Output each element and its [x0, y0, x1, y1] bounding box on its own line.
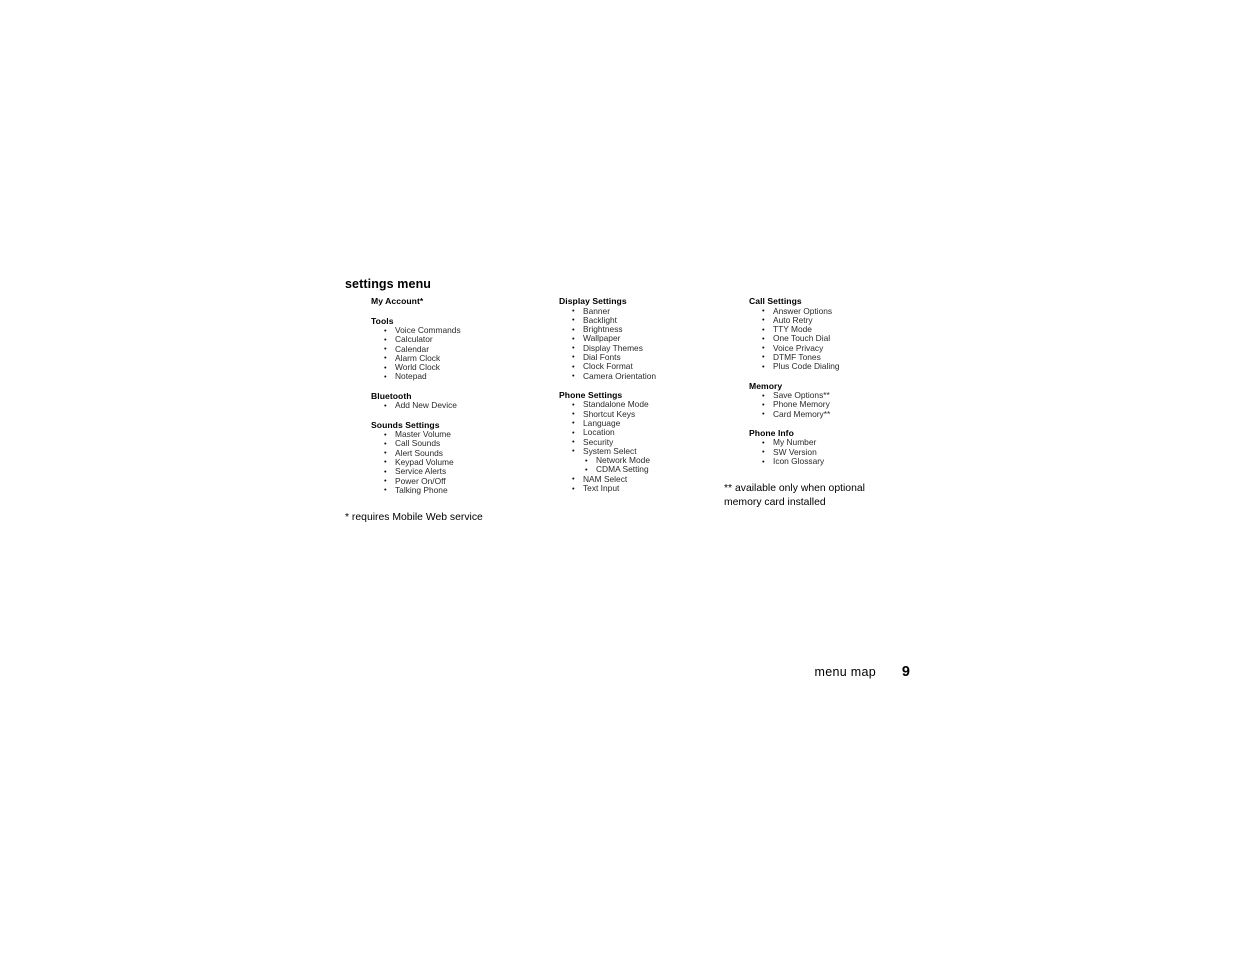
menu-item-list: Master VolumeCall SoundsAlert SoundsKeyp… [371, 429, 546, 495]
menu-item-list: My NumberSW VersionIcon Glossary [749, 438, 924, 466]
menu-item-list: BannerBacklightBrightnessWallpaperDispla… [559, 306, 734, 381]
menu-item-list: Save Options**Phone MemoryCard Memory** [749, 390, 924, 419]
menu-group-heading: Call Settings [749, 296, 802, 306]
menu-column-2: Display SettingsBannerBacklightBrightnes… [559, 296, 734, 493]
menu-item[interactable]: Plus Code Dialing [749, 361, 924, 371]
menu-group: Display SettingsBannerBacklightBrightnes… [559, 296, 734, 381]
menu-map-page: settings menu My Account* ToolsVoice Comm… [0, 0, 1235, 954]
menu-item-list: Standalone ModeShortcut KeysLanguageLoca… [559, 400, 734, 494]
menu-item[interactable]: Add New Device [371, 400, 546, 410]
menu-item-list: Answer OptionsAuto RetryTTY ModeOne Touc… [749, 306, 924, 372]
menu-column-3: Call SettingsAnswer OptionsAuto RetryTTY… [749, 296, 924, 466]
menu-group: Phone InfoMy NumberSW VersionIcon Glossa… [749, 428, 924, 466]
footer-chapter-label: menu map [814, 665, 876, 679]
menu-group-heading: Display Settings [559, 296, 627, 306]
menu-item[interactable]: Icon Glossary [749, 456, 924, 466]
menu-item[interactable]: Card Memory** [749, 409, 924, 419]
menu-group: My Account* [371, 296, 546, 307]
menu-item[interactable]: Notepad [371, 372, 546, 382]
footnote-double-asterisk: ** available only when optional memory c… [724, 483, 865, 508]
footnote-single-asterisk: * requires Mobile Web service [345, 512, 483, 523]
menu-group: Sounds SettingsMaster VolumeCall SoundsA… [371, 420, 546, 496]
page-footer: menu map 9 [700, 664, 910, 680]
menu-group-heading: My Account* [371, 296, 424, 306]
menu-column-1: My Account* ToolsVoice CommandsCalculator… [371, 296, 546, 495]
menu-group: Phone SettingsStandalone ModeShortcut Ke… [559, 390, 734, 493]
menu-item[interactable]: Talking Phone [371, 485, 546, 495]
menu-item-list: Add New Device [371, 400, 546, 410]
page-title: settings menu [345, 277, 432, 291]
menu-item-list: Voice CommandsCalculatorCalendarAlarm Cl… [371, 325, 546, 382]
menu-subitem-list: Network ModeCDMA Setting [559, 455, 734, 475]
menu-group: Call SettingsAnswer OptionsAuto RetryTTY… [749, 296, 924, 372]
menu-group: ToolsVoice CommandsCalculatorCalendarAla… [371, 316, 546, 382]
menu-item[interactable]: Camera Orientation [559, 371, 734, 381]
footer-page-number: 9 [901, 664, 910, 680]
menu-item[interactable]: Text Input [559, 483, 734, 493]
menu-group: MemorySave Options**Phone MemoryCard Mem… [749, 381, 924, 419]
menu-group: BluetoothAdd New Device [371, 391, 546, 411]
